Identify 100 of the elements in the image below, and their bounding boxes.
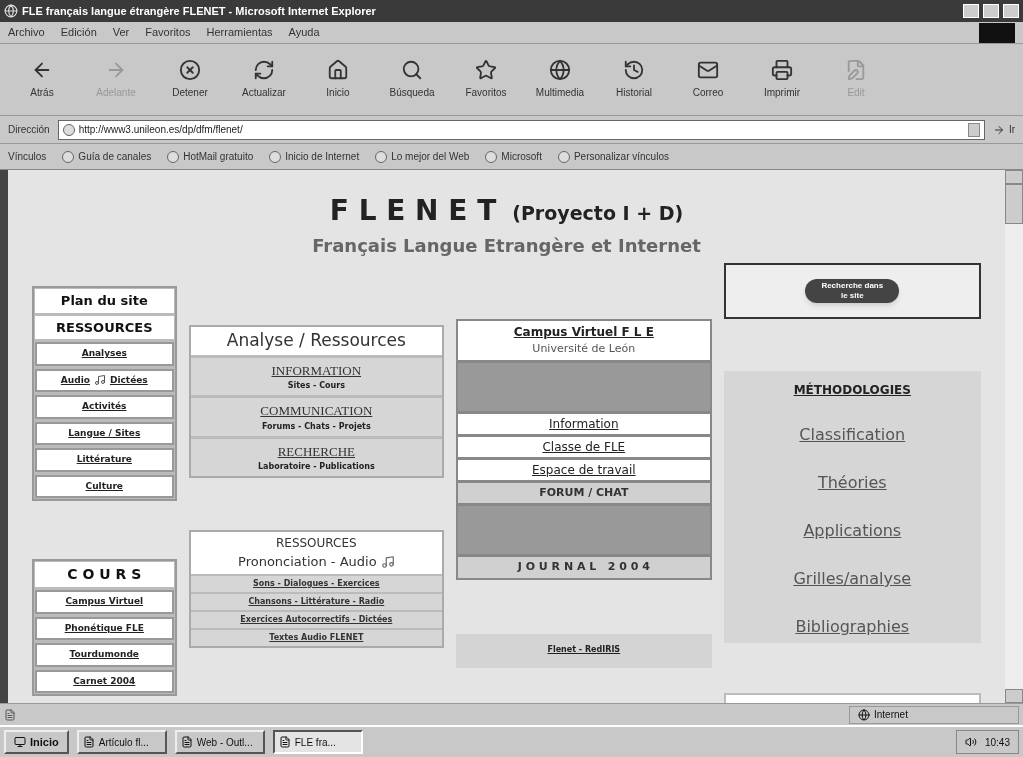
course-link[interactable]: Tourdumonde — [35, 643, 174, 667]
toolbar-button[interactable]: Imprimir — [752, 59, 812, 100]
link-bar-item[interactable]: Microsoft — [501, 149, 542, 164]
link-bar-item[interactable]: Lo mejor del Web — [391, 149, 470, 164]
scroll-down-button[interactable] — [1005, 689, 1023, 703]
window-icon — [278, 736, 291, 748]
course-link[interactable]: Carnet 2004 — [35, 669, 174, 693]
toolbar-button[interactable]: Correo — [678, 59, 738, 100]
music-icon — [380, 554, 395, 569]
section-link[interactable]: COMMUNICATION Forums - Chats - Projets — [190, 398, 443, 436]
site-title-suffix: (Proyecto I + D) — [512, 201, 684, 226]
toolbar-button[interactable]: Inicio — [308, 59, 368, 100]
section-link[interactable]: RECHERCHE Laboratoire - Publications — [190, 438, 443, 476]
music-icon — [93, 374, 106, 387]
speaker-icon — [964, 736, 977, 748]
campus-link[interactable]: Campus Virtuel F L E — [513, 323, 654, 341]
menu-link[interactable]: Culture — [35, 474, 174, 498]
status-zone: Internet — [849, 705, 1019, 724]
dropdown-icon — [967, 122, 980, 137]
window-title: FLE français langue étrangère FLENET - Microsoft Internet Explorer — [22, 3, 376, 19]
toolbar-icon — [771, 59, 793, 81]
menu-item[interactable]: Ver — [112, 24, 130, 41]
toolbar-button[interactable]: Búsqueda — [382, 59, 442, 100]
scroll-up-button[interactable] — [1005, 170, 1023, 184]
method-link[interactable]: Classification — [799, 423, 906, 447]
university-name: Université de León — [532, 341, 636, 357]
site-title: F L E N E T — [329, 193, 497, 229]
toolbar-button[interactable]: Historial — [604, 59, 664, 100]
site-map-link[interactable]: Plan du site — [35, 289, 174, 313]
toolbar-button[interactable]: Multimedia — [530, 59, 590, 100]
menu-item[interactable]: Edición — [60, 24, 97, 41]
toolbar-icon — [475, 59, 497, 81]
section-heading: RESSOURCES — [35, 315, 174, 339]
method-link[interactable]: Applications — [803, 519, 902, 543]
window-icon — [180, 736, 193, 748]
resource-link[interactable]: Chansons - Littérature - Radio — [190, 593, 443, 610]
menu-link[interactable]: Analyses — [35, 342, 174, 366]
menu-link[interactable]: Audio Dictées — [35, 368, 174, 392]
start-button[interactable]: Inicio — [4, 730, 69, 754]
taskbar-window[interactable]: Web - Outl... — [174, 730, 265, 754]
partner-link[interactable]: Flenet - RedIRIS — [456, 633, 712, 668]
menu-link[interactable]: Littérature — [35, 448, 174, 472]
page-icon — [62, 150, 75, 163]
section-link[interactable]: INFORMATION Sites - Cours — [190, 357, 443, 395]
section-heading: MÉTHODOLOGIES — [793, 381, 911, 399]
page-icon — [375, 150, 388, 163]
course-link[interactable]: Phonétique FLE — [35, 616, 174, 640]
resource-link[interactable]: Textes Audio FLENET — [190, 629, 443, 646]
maximize-button[interactable] — [983, 4, 999, 18]
page-icon — [557, 150, 570, 163]
link-bar-item[interactable]: Guía de canales — [78, 149, 152, 164]
resource-link[interactable]: Sons - Dialogues - Exercices — [190, 575, 443, 592]
method-link[interactable]: Théories — [817, 471, 887, 495]
toolbar-icon — [401, 59, 423, 81]
menu-item[interactable]: Ayuda — [288, 24, 320, 41]
go-button[interactable]: Ir — [992, 122, 1015, 137]
close-button[interactable] — [1003, 4, 1019, 18]
section-heading: C O U R S — [35, 562, 174, 587]
page-icon — [269, 150, 282, 163]
link-bar-item[interactable]: Inicio de Internet — [285, 149, 360, 164]
campus-section-link[interactable]: FORUM / CHAT — [458, 482, 710, 503]
taskbar-window[interactable]: Artículo fl... — [76, 730, 167, 754]
browser-icon — [4, 4, 18, 18]
link-bar-item[interactable]: HotMail gratuito — [183, 149, 254, 164]
campus-menu-link[interactable]: Information — [458, 413, 710, 434]
address-field[interactable]: http://www3.unileon.es/dp/dfm/flenet/ — [57, 119, 985, 140]
toolbar-button[interactable]: Actualizar — [234, 59, 294, 100]
toolbar-button[interactable]: Detener — [160, 59, 220, 100]
resource-link[interactable]: Exercices Autocorrectifs - Dictées — [190, 611, 443, 628]
section-subheading: Prononciation - Audio — [238, 553, 377, 571]
menu-item[interactable]: Archivo — [8, 24, 45, 41]
method-link[interactable]: Grilles/analyse — [793, 567, 912, 591]
campus-menu-link[interactable]: Espace de travail — [458, 459, 710, 480]
link-bar-item[interactable]: Personalizar vínculos — [573, 149, 669, 164]
campus-menu-link[interactable]: Classe de FLE — [458, 436, 710, 457]
scroll-thumb[interactable] — [1005, 184, 1023, 224]
menu-link[interactable]: Langue / Sites — [35, 421, 174, 445]
toolbar-button[interactable]: Atrás — [12, 59, 72, 100]
method-link[interactable]: Bibliographies — [795, 615, 910, 639]
menu-item[interactable]: Herramientas — [206, 24, 273, 41]
site-search-button[interactable]: Recherche dans le site — [805, 279, 900, 303]
toolbar-icon — [697, 59, 719, 81]
taskbar-window[interactable]: FLE fra... — [272, 730, 363, 754]
course-link[interactable]: Campus Virtuel — [35, 590, 174, 614]
arrow-icon — [992, 123, 1005, 136]
menu-item[interactable]: Favoritos — [145, 24, 191, 41]
page-icon — [485, 150, 498, 163]
menu-link[interactable]: Activités — [35, 395, 174, 419]
links-label: Vínculos — [8, 150, 47, 164]
toolbar-icon — [549, 59, 571, 81]
toolbar-icon — [179, 59, 201, 81]
toolbar-icon — [845, 59, 867, 81]
site-subtitle: Français Langue Etrangère et Internet — [312, 234, 701, 258]
toolbar-button[interactable]: Favoritos — [456, 59, 516, 100]
section-heading: Analyse / Ressources — [190, 327, 443, 355]
campus-section-link[interactable]: J O U R N A L 2 0 0 4 — [458, 557, 710, 578]
minimize-button[interactable] — [963, 4, 979, 18]
throbber-logo — [979, 22, 1015, 43]
scrollbar[interactable] — [1005, 170, 1023, 703]
toolbar-icon — [253, 59, 275, 81]
